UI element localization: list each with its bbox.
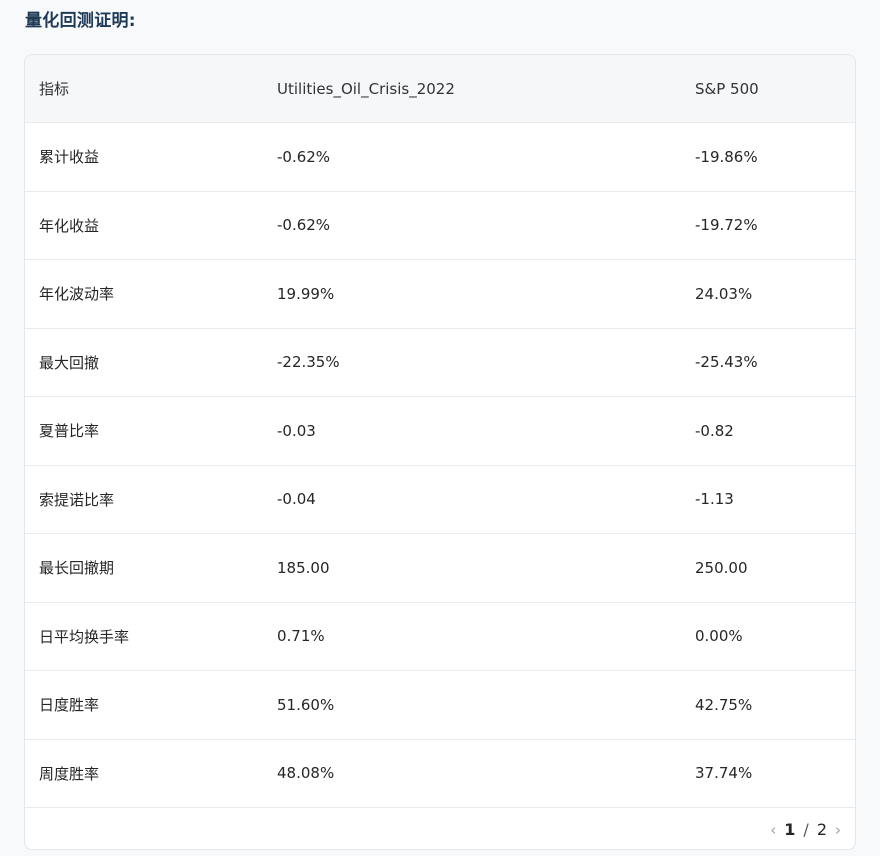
metric-cell: 年化波动率	[39, 285, 115, 304]
strategy-value-cell: 19.99%	[277, 284, 335, 303]
strategy-value-cell: 48.08%	[277, 764, 335, 783]
current-page: 1	[784, 820, 796, 839]
benchmark-value-cell: 42.75%	[695, 695, 753, 714]
table-row: 周度胜率 48.08% 37.74%	[25, 738, 855, 808]
table-header-row: 指标 Utilities_Oil_Crisis_2022 S&P 500	[25, 55, 855, 122]
metric-cell: 日度胜率	[39, 696, 100, 715]
strategy-value-cell: -0.62%	[277, 147, 331, 166]
table-row: 最大回撤 -22.35% -25.43%	[25, 327, 855, 397]
column-header-benchmark[interactable]: S&P 500	[695, 80, 759, 98]
next-page-icon[interactable]: ›	[835, 821, 841, 839]
strategy-value-cell: -0.04	[277, 490, 316, 509]
benchmark-value-cell: 250.00	[695, 558, 748, 577]
table-row: 索提诺比率 -0.04 -1.13	[25, 464, 855, 534]
metric-cell: 年化收益	[39, 216, 100, 235]
strategy-value-cell: -22.35%	[277, 353, 340, 372]
page-separator: /	[803, 820, 809, 839]
table-row: 日度胜率 51.60% 42.75%	[25, 670, 855, 739]
table-row: 最长回撤期 185.00 250.00	[25, 533, 855, 602]
benchmark-value-cell: 0.00%	[695, 627, 743, 646]
strategy-value-cell: -0.03	[277, 421, 316, 440]
total-pages: 2	[816, 820, 827, 839]
table-row: 夏普比率 -0.03 -0.82	[25, 396, 855, 465]
benchmark-value-cell: -19.86%	[695, 147, 758, 166]
strategy-value-cell: 51.60%	[277, 695, 335, 714]
table-divider	[25, 807, 855, 808]
benchmark-value-cell: 37.74%	[695, 764, 753, 783]
metrics-table-card: 指标 Utilities_Oil_Crisis_2022 S&P 500 累计收…	[24, 54, 856, 850]
table-row: 年化收益 -0.62% -19.72%	[25, 190, 855, 260]
column-header-strategy[interactable]: Utilities_Oil_Crisis_2022	[277, 80, 455, 98]
table-row: 年化波动率 19.99% 24.03%	[25, 259, 855, 328]
strategy-value-cell: -0.62%	[277, 216, 331, 235]
strategy-value-cell: 185.00	[277, 558, 330, 577]
benchmark-value-cell: -0.82	[695, 421, 734, 440]
metric-cell: 周度胜率	[39, 764, 100, 783]
pagination: ‹ 1 / 2 ›	[770, 820, 841, 839]
table-row: 累计收益 -0.62% -19.86%	[25, 122, 855, 191]
metric-cell: 夏普比率	[39, 422, 100, 441]
column-header-metric[interactable]: 指标	[39, 78, 69, 99]
benchmark-value-cell: -25.43%	[695, 353, 758, 372]
metric-cell: 累计收益	[39, 148, 100, 167]
metric-cell: 最大回撤	[39, 353, 100, 372]
benchmark-value-cell: -1.13	[695, 490, 734, 509]
benchmark-value-cell: 24.03%	[695, 284, 753, 303]
table-body: 累计收益 -0.62% -19.86% 年化收益 -0.62% -19.72% 年化波动率 1…	[25, 122, 855, 807]
prev-page-icon[interactable]: ‹	[770, 821, 776, 839]
metric-cell: 最长回撤期	[39, 559, 115, 578]
metric-cell: 索提诺比率	[39, 490, 115, 509]
benchmark-value-cell: -19.72%	[695, 216, 758, 235]
strategy-value-cell: 0.71%	[277, 627, 325, 646]
page-title: 量化回测证明:	[25, 11, 136, 31]
metric-cell: 日平均换手率	[39, 627, 130, 646]
table-row: 日平均换手率 0.71% 0.00%	[25, 601, 855, 671]
